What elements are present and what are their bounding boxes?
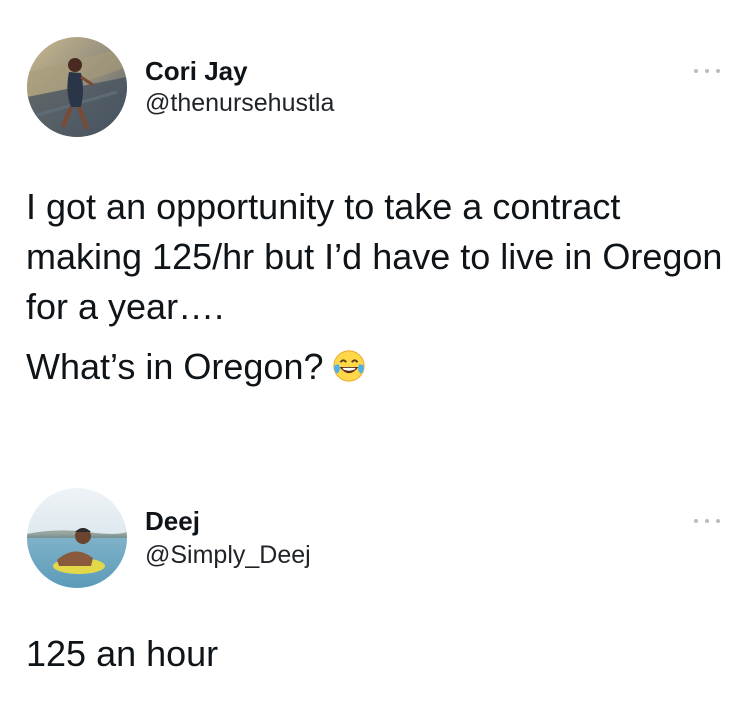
more-options-icon[interactable] xyxy=(694,66,720,76)
author-handle[interactable]: @Simply_Deej xyxy=(145,540,311,570)
tweet-paragraph-text: What’s in Oregon? xyxy=(26,346,324,387)
avatar-cori-jay[interactable] xyxy=(27,37,127,137)
tweet-body: I got an opportunity to take a contract … xyxy=(26,182,736,392)
avatar-deej[interactable] xyxy=(27,488,127,588)
tweet-paragraph: I got an opportunity to take a contract … xyxy=(26,186,723,327)
author-name[interactable]: Cori Jay xyxy=(145,56,248,86)
tweet-paragraph: 125 an hour xyxy=(26,633,219,674)
tweet-reply: Deej @Simply_Deej 125 an hour xyxy=(0,470,750,728)
tweet-original: Cori Jay @thenursehustla I got an opport… xyxy=(0,0,750,470)
author-handle[interactable]: @thenursehustla xyxy=(145,88,334,118)
more-options-icon[interactable] xyxy=(694,516,720,526)
tears-of-joy-emoji-icon xyxy=(332,350,365,382)
author-name[interactable]: Deej xyxy=(145,506,200,536)
tweet-body: 125 an hour xyxy=(26,629,736,679)
tweet-paragraph-question: What’s in Oregon? xyxy=(26,342,736,392)
